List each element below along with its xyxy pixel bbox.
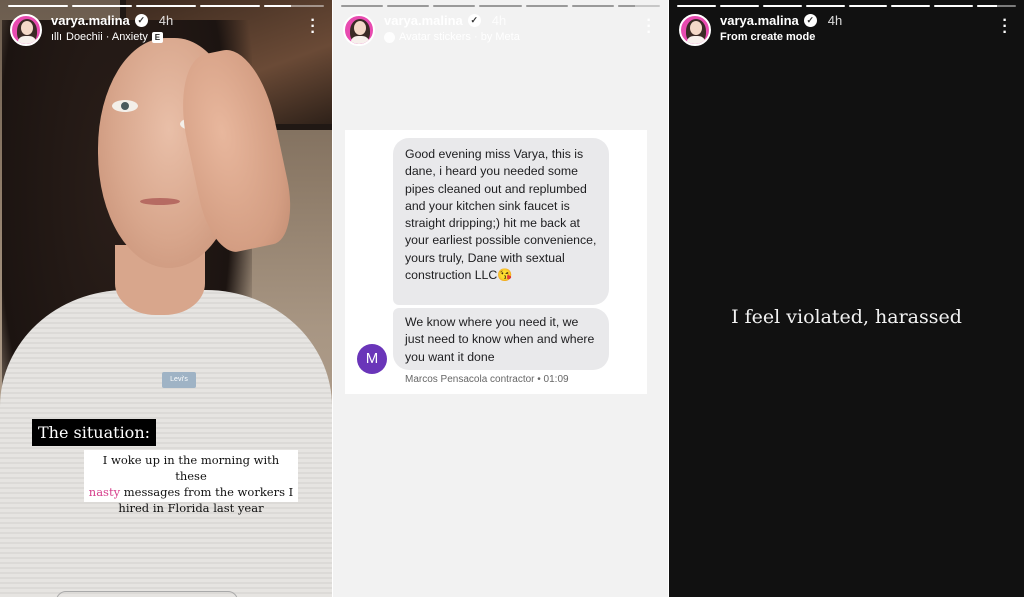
story-progress-segment — [200, 5, 260, 7]
username-row[interactable]: varya.malina ✓ 4h — [384, 13, 506, 28]
caption-part-1: I woke up in the morning with these — [102, 453, 280, 483]
username-row[interactable]: varya.malina ✓ 4h — [720, 13, 842, 28]
story-header: varya.malina ✓ 4h From create mode · · · — [679, 12, 1016, 48]
story-progress-segment — [8, 5, 68, 7]
story-progress-segment — [571, 5, 614, 7]
username[interactable]: varya.malina — [51, 13, 130, 28]
story-progress-bars — [8, 5, 324, 7]
story-panel-2[interactable]: varya.malina ✓ 4h Avatar stickers · by M… — [333, 0, 668, 597]
story-subtitle: From create mode — [720, 31, 815, 43]
more-options-icon[interactable]: · · · — [642, 13, 656, 41]
photo-eye-left — [112, 100, 138, 112]
story-progress-segment — [387, 5, 430, 7]
story-progress-segment — [264, 5, 324, 7]
story-header: varya.malina ✓ 4h ıllı Doechii · Anxiety… — [10, 12, 324, 48]
story-progress-segment — [136, 5, 196, 7]
story-panel-3[interactable]: varya.malina ✓ 4h From create mode · · · I… — [669, 0, 1024, 597]
story-header: varya.malina ✓ 4h Avatar stickers · by M… — [343, 12, 660, 48]
story-progress-segment — [525, 5, 568, 7]
story-progress-segment — [341, 5, 384, 7]
message-bubble: Good evening miss Varya, this is dane, i… — [393, 138, 609, 305]
profile-avatar[interactable] — [10, 14, 42, 46]
message-screenshot: Good evening miss Varya, this is dane, i… — [345, 130, 647, 394]
message-bubble: We know where you need it, we just need … — [393, 308, 609, 370]
reply-pill[interactable] — [56, 591, 238, 597]
story-progress-segment — [848, 5, 888, 7]
story-progress-segment — [479, 5, 522, 7]
overlay-label: The situation: — [32, 419, 157, 446]
post-time: 4h — [491, 13, 507, 28]
username-row[interactable]: varya.malina ✓ 4h — [51, 13, 173, 28]
avatar-sticker-icon — [384, 31, 395, 43]
story-progress-segment — [719, 5, 759, 7]
verified-badge-icon: ✓ — [134, 14, 148, 27]
photo-mouth — [140, 198, 180, 205]
story-progress-segment — [891, 5, 931, 7]
story-progress-segment — [72, 5, 132, 7]
story-progress-segment — [977, 5, 1016, 7]
caption-highlight: nasty — [88, 485, 121, 499]
story-progress-segment — [677, 5, 716, 7]
profile-avatar[interactable] — [343, 14, 375, 46]
song-info[interactable]: Doechii · Anxiety — [66, 31, 148, 43]
explicit-badge: E — [151, 31, 163, 43]
more-options-icon[interactable]: · · · — [998, 13, 1012, 41]
story-caption: I woke up in the morning with these nast… — [84, 450, 298, 515]
story-progress-segment — [762, 5, 802, 7]
music-icon: ıllı — [51, 31, 62, 43]
more-options-icon[interactable]: · · · — [306, 13, 320, 41]
sender-meta: Marcos Pensacola contractor • 01:09 — [405, 374, 569, 385]
story-progress-bars — [677, 5, 1016, 7]
story-progress-segment — [433, 5, 476, 7]
sticker-info[interactable]: Avatar stickers · by Meta — [399, 31, 520, 43]
username[interactable]: varya.malina — [720, 13, 799, 28]
story-panel-1[interactable]: Levi's varya.malina ✓ 4h ıllı Doechii · … — [0, 0, 332, 597]
verified-badge-icon: ✓ — [467, 14, 481, 27]
username[interactable]: varya.malina — [384, 13, 463, 28]
story-progress-segment — [805, 5, 845, 7]
verified-badge-icon: ✓ — [803, 14, 817, 27]
story-subtitle[interactable]: Avatar stickers · by Meta — [384, 31, 520, 43]
story-progress-segment — [617, 5, 660, 7]
create-mode-info: From create mode — [720, 31, 816, 43]
shirt-logo: Levi's — [162, 372, 196, 388]
sender-avatar: M — [357, 344, 387, 374]
story-subtitle[interactable]: ıllı Doechii · Anxiety E — [51, 31, 163, 43]
story-progress-segment — [934, 5, 974, 7]
story-text: I feel violated, harassed — [731, 306, 962, 328]
post-time: 4h — [158, 13, 174, 28]
story-progress-bars — [341, 5, 660, 7]
post-time: 4h — [827, 13, 843, 28]
profile-avatar[interactable] — [679, 14, 711, 46]
